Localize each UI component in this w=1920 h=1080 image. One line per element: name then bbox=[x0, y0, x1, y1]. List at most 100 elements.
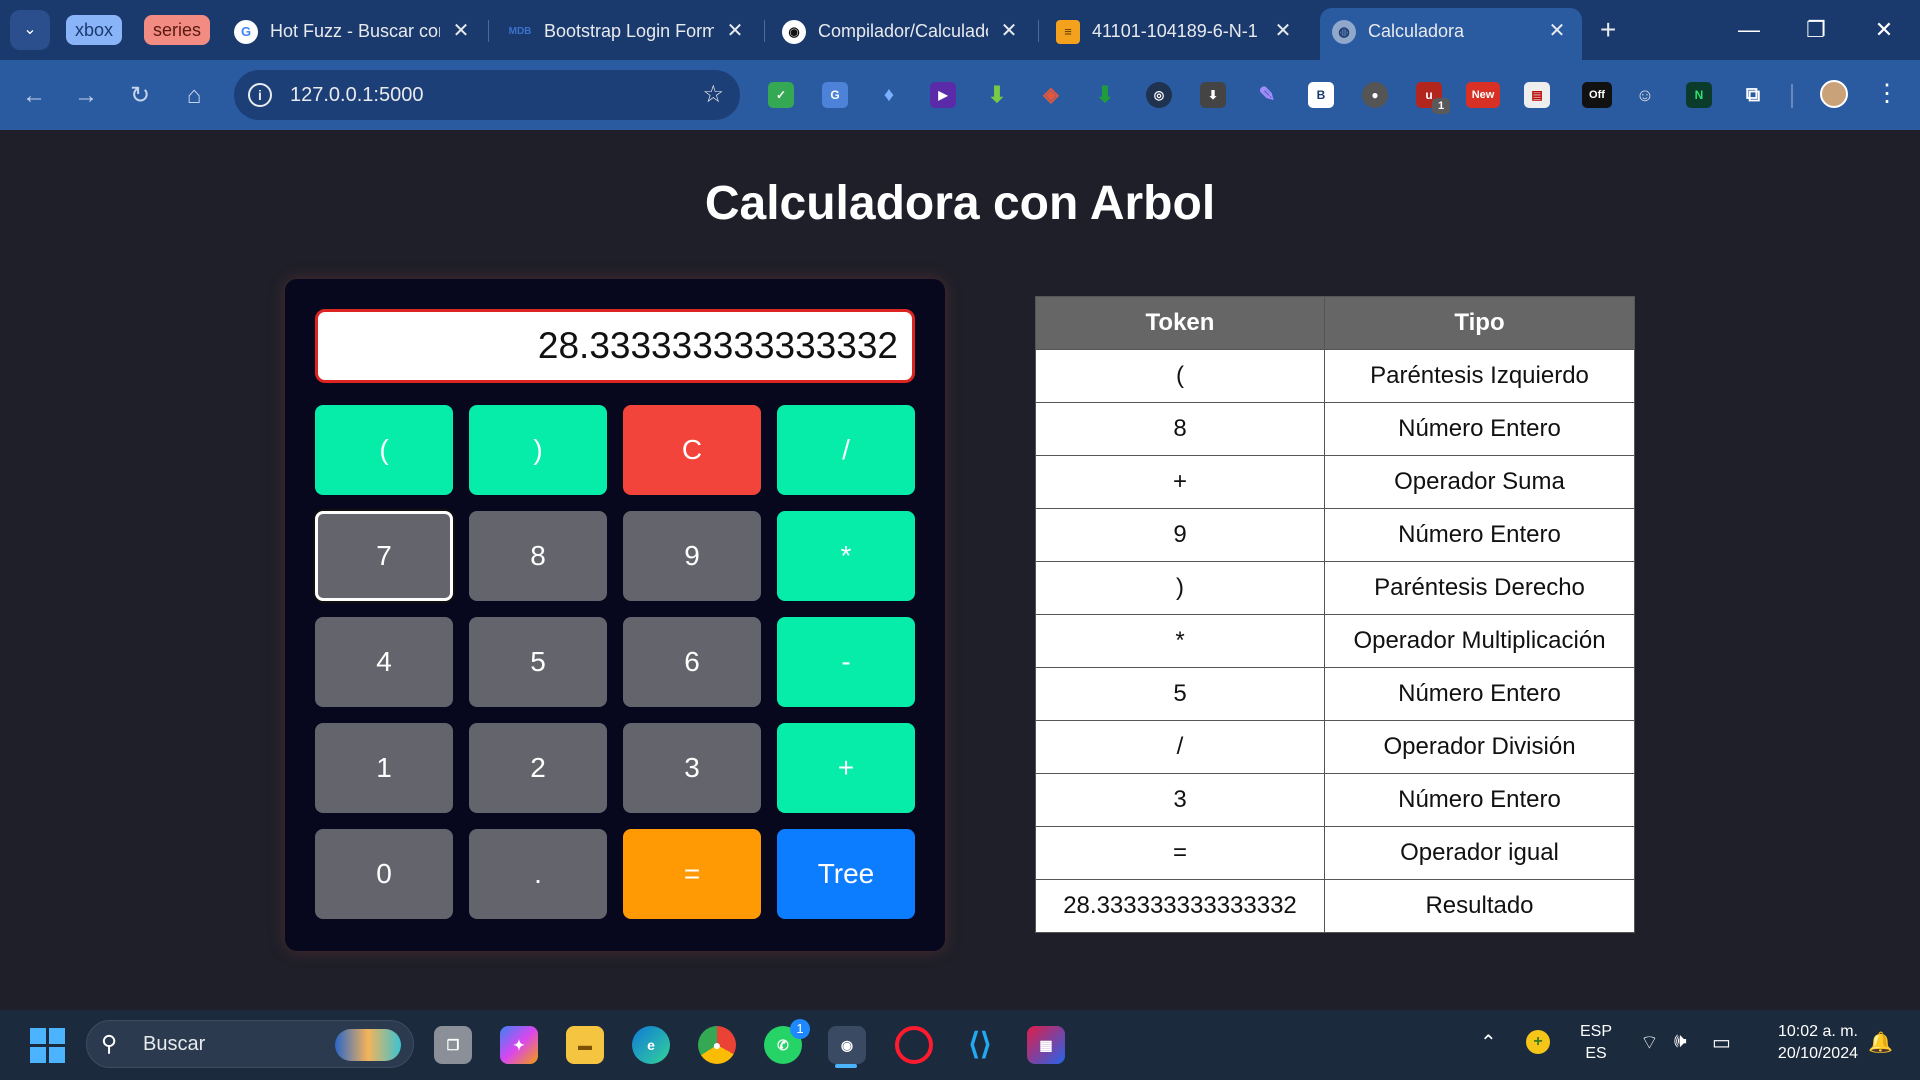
site-info-icon[interactable]: i bbox=[248, 83, 272, 107]
language-indicator[interactable]: ESP ES bbox=[1580, 1021, 1612, 1065]
windows-start-button[interactable] bbox=[30, 1028, 66, 1064]
key-open-paren[interactable]: ( bbox=[315, 405, 453, 495]
off-toggle-icon[interactable]: Off bbox=[1582, 82, 1612, 108]
tab-label: 41101-104189-6-N-1 bbox=[1092, 21, 1258, 41]
extensions-puzzle-icon[interactable]: ⧉ bbox=[1740, 82, 1766, 108]
calculator-display[interactable]: 28.333333333333332 bbox=[315, 309, 915, 383]
video-icon[interactable]: ▶ bbox=[930, 82, 956, 108]
close-window-button[interactable]: ✕ bbox=[1859, 10, 1909, 50]
active-app-indicator bbox=[835, 1064, 857, 1068]
key-2[interactable]: 2 bbox=[469, 723, 607, 813]
key-divide[interactable]: / bbox=[777, 405, 915, 495]
app-icon[interactable]: ▦ bbox=[1027, 1026, 1065, 1064]
address-bar[interactable]: i 127.0.0.1:5000 ☆ bbox=[234, 70, 740, 120]
token-cell: ( bbox=[1035, 349, 1325, 403]
layers-icon[interactable]: ◈ bbox=[1038, 82, 1064, 108]
close-icon[interactable]: ✕ bbox=[1270, 8, 1296, 54]
table-row: (Paréntesis Izquierdo bbox=[1035, 349, 1635, 403]
new-badge-icon[interactable]: New bbox=[1466, 82, 1500, 108]
tray-app-icon[interactable]: + bbox=[1526, 1030, 1550, 1054]
tab-calculadora[interactable]: ◍ Calculadora ✕ bbox=[1320, 8, 1582, 60]
notification-bell-icon[interactable]: 🔔 bbox=[1868, 1030, 1893, 1055]
close-icon[interactable]: ✕ bbox=[722, 8, 748, 54]
tab-document[interactable]: ≡ 41101-104189-6-N-1 ✕ bbox=[1056, 8, 1296, 54]
key-clear[interactable]: C bbox=[623, 405, 761, 495]
translate-icon[interactable]: G bbox=[822, 82, 848, 108]
key-decimal[interactable]: . bbox=[469, 829, 607, 919]
chevron-up-icon[interactable]: ⌃ bbox=[1480, 1030, 1497, 1055]
tab-hot-fuzz[interactable]: G Hot Fuzz - Buscar con Google ✕ bbox=[234, 8, 474, 54]
key-multiply[interactable]: * bbox=[777, 511, 915, 601]
token-cell: ) bbox=[1035, 561, 1325, 615]
tab-compilador[interactable]: ◉ Compilador/Calculadora ✕ bbox=[782, 8, 1022, 54]
key-0[interactable]: 0 bbox=[315, 829, 453, 919]
type-cell: Resultado bbox=[1324, 879, 1635, 933]
wifi-icon[interactable]: ⌔ bbox=[1640, 1030, 1659, 1055]
key-6[interactable]: 6 bbox=[623, 617, 761, 707]
key-1[interactable]: 1 bbox=[315, 723, 453, 813]
download-arrow-icon[interactable]: ⬇ bbox=[984, 82, 1010, 108]
feather-icon[interactable]: ✎ bbox=[1254, 82, 1280, 108]
task-view-icon[interactable]: ❐ bbox=[434, 1026, 472, 1064]
file-explorer-icon[interactable]: ▬ bbox=[566, 1026, 604, 1064]
menu-icon[interactable]: ⋮ bbox=[1875, 78, 1899, 110]
printer-icon[interactable]: ▤ bbox=[1524, 82, 1550, 108]
b-extension-icon[interactable]: B bbox=[1308, 82, 1334, 108]
table-row: 9 Número Entero bbox=[1035, 508, 1635, 562]
keyboard-layout: ES bbox=[1585, 1045, 1607, 1062]
tree-button[interactable]: Tree bbox=[777, 829, 915, 919]
minimize-button[interactable]: — bbox=[1724, 10, 1774, 50]
drop-icon[interactable]: ♦ bbox=[876, 82, 902, 108]
close-icon[interactable]: ✕ bbox=[1544, 8, 1570, 54]
restore-button[interactable]: ❐ bbox=[1791, 10, 1841, 50]
close-icon[interactable]: ✕ bbox=[996, 8, 1022, 54]
key-7[interactable]: 7 bbox=[315, 511, 453, 601]
whatsapp-notification-badge: 1 bbox=[790, 1019, 810, 1039]
taskbar-clock[interactable]: 10:02 a. m. 20/10/2024 bbox=[1758, 1021, 1858, 1065]
url-text[interactable]: 127.0.0.1:5000 bbox=[290, 70, 423, 120]
camera-icon[interactable]: ◎ bbox=[1146, 82, 1172, 108]
puzzle-gray-icon[interactable]: ● bbox=[1362, 82, 1388, 108]
home-button[interactable]: ⌂ bbox=[174, 76, 214, 116]
key-9[interactable]: 9 bbox=[623, 511, 761, 601]
key-5[interactable]: 5 bbox=[469, 617, 607, 707]
chrome-icon[interactable]: ● bbox=[698, 1026, 736, 1064]
token-cell: / bbox=[1035, 720, 1325, 774]
tab-group-xbox[interactable]: xbox bbox=[66, 15, 123, 45]
key-3[interactable]: 3 bbox=[623, 723, 761, 813]
key-equals[interactable]: = bbox=[623, 829, 761, 919]
chrome-profile-icon[interactable]: ◉ bbox=[828, 1026, 866, 1064]
green-arrow-icon[interactable]: ⬇ bbox=[1092, 82, 1118, 108]
key-close-paren[interactable]: ) bbox=[469, 405, 607, 495]
volume-icon[interactable]: 🕪 bbox=[1674, 1030, 1687, 1053]
n-extension-icon[interactable]: N bbox=[1686, 82, 1712, 108]
shield-icon[interactable]: ✓ bbox=[768, 82, 794, 108]
copilot-icon[interactable]: ✦ bbox=[500, 1026, 538, 1064]
key-minus[interactable]: - bbox=[777, 617, 915, 707]
opera-icon[interactable] bbox=[895, 1026, 933, 1064]
key-4[interactable]: 4 bbox=[315, 617, 453, 707]
tab-search-button[interactable]: ⌄ bbox=[10, 10, 50, 50]
tab-bootstrap-login[interactable]: MDB Bootstrap Login Form ✕ bbox=[508, 8, 748, 54]
type-cell: Paréntesis Izquierdo bbox=[1324, 349, 1635, 403]
battery-icon[interactable]: ▭ bbox=[1712, 1030, 1731, 1055]
edge-icon[interactable]: e bbox=[632, 1026, 670, 1064]
type-cell: Número Entero bbox=[1324, 402, 1635, 456]
forward-button[interactable]: → bbox=[66, 76, 106, 116]
close-icon[interactable]: ✕ bbox=[448, 8, 474, 54]
tab-divider bbox=[764, 20, 765, 42]
avatar-extension-icon[interactable]: ☺ bbox=[1632, 82, 1658, 108]
type-cell: Operador Multiplicación bbox=[1324, 614, 1635, 668]
key-8[interactable]: 8 bbox=[469, 511, 607, 601]
new-tab-button[interactable]: + bbox=[1600, 12, 1616, 48]
reload-button[interactable]: ↻ bbox=[120, 76, 160, 116]
vscode-icon[interactable]: ⟨⟩ bbox=[961, 1026, 999, 1064]
taskbar-search-box[interactable]: ⚲ Buscar bbox=[86, 1020, 414, 1068]
token-cell: * bbox=[1035, 614, 1325, 668]
back-button[interactable]: ← bbox=[14, 76, 54, 116]
key-plus[interactable]: + bbox=[777, 723, 915, 813]
bookmark-star-icon[interactable]: ☆ bbox=[702, 70, 724, 120]
tab-group-series[interactable]: series bbox=[144, 15, 211, 45]
profile-avatar[interactable] bbox=[1820, 80, 1848, 108]
download-icon[interactable]: ⬇ bbox=[1200, 82, 1226, 108]
